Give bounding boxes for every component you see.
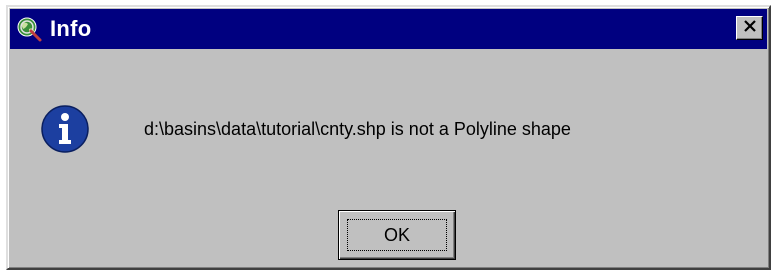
dialog-title: Info xyxy=(50,16,92,41)
ok-button[interactable]: OK xyxy=(338,210,456,260)
info-dialog: Info d:\basins\data\tutorial\cnty.shp is… xyxy=(6,5,771,270)
globe-magnifier-icon xyxy=(14,14,44,44)
title-bar[interactable]: Info xyxy=(10,9,767,49)
close-button[interactable] xyxy=(736,16,763,40)
info-icon xyxy=(40,104,90,154)
message-text: d:\basins\data\tutorial\cnty.shp is not … xyxy=(144,119,571,139)
close-icon xyxy=(743,19,757,37)
ok-button-label: OK xyxy=(383,224,410,245)
